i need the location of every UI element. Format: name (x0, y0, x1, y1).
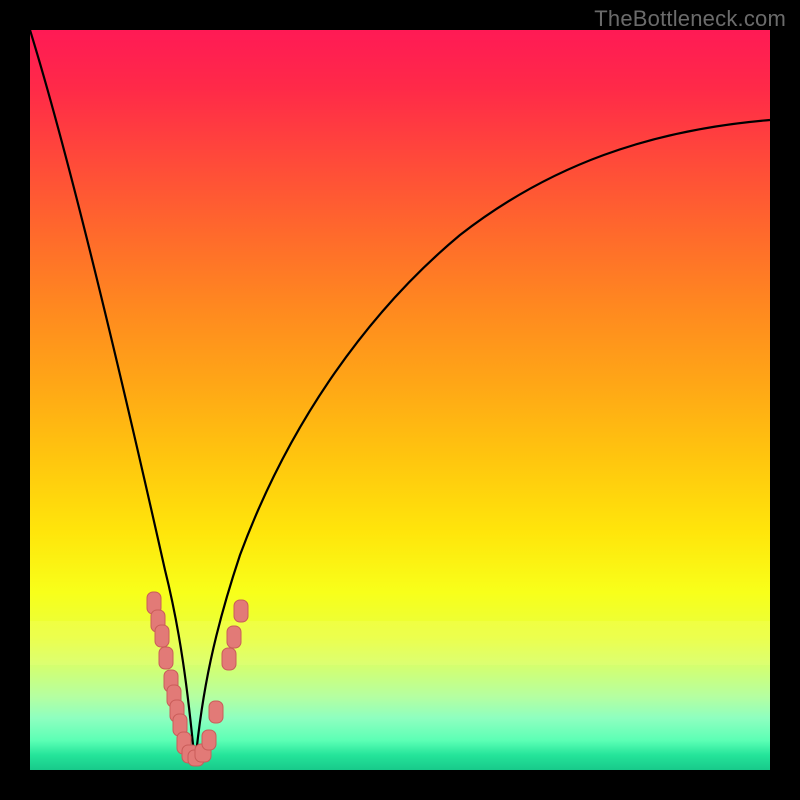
marker (155, 625, 169, 647)
curve-svg (30, 30, 770, 770)
marker (159, 647, 173, 669)
marker (234, 600, 248, 622)
plot-area (30, 30, 770, 770)
marker (227, 626, 241, 648)
marker (209, 701, 223, 723)
chart-frame: TheBottleneck.com (0, 0, 800, 800)
brand-watermark: TheBottleneck.com (594, 6, 786, 32)
marker (202, 730, 216, 750)
highlight-band (30, 621, 770, 665)
marker (222, 648, 236, 670)
